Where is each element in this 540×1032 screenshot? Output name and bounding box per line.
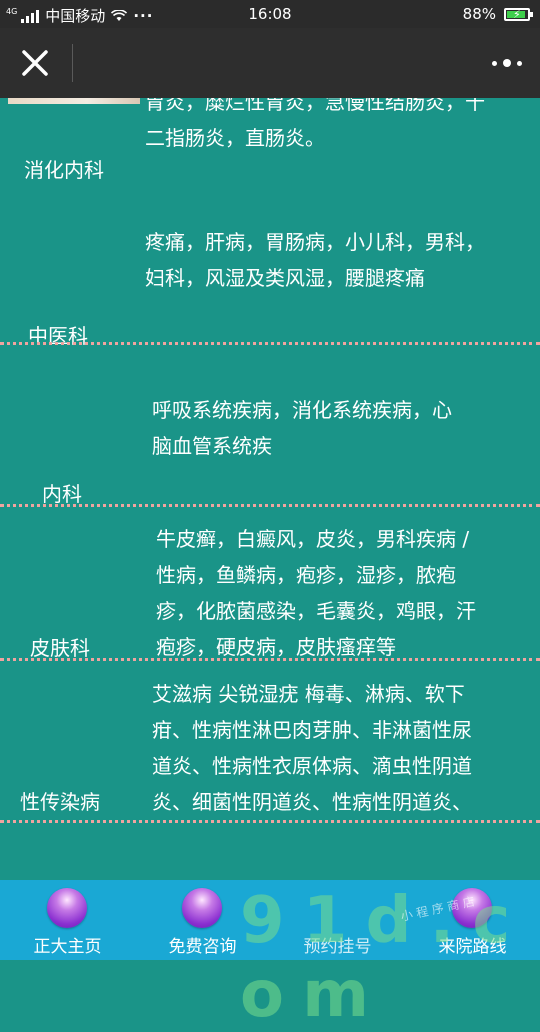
status-bar: 4G 中国移动 ··· 16:08 88% ⚡ — [0, 0, 540, 28]
watermark-logo: 9 1 d . c o m — [240, 884, 510, 1032]
department-desc: 牛皮癣，白癜风，皮炎，男科疾病 / 性病，鱼鳞病，疱疹，湿疹，脓疱 疹，化脓菌感… — [156, 521, 476, 665]
row-divider — [0, 658, 540, 661]
department-desc: 疼痛，肝病，胃肠病，小儿科，男科， 妇科，风湿及类风湿，腰腿疼痛 — [145, 224, 485, 296]
title-bar — [0, 28, 540, 98]
department-desc: 胃炎，糜烂性胃炎，急慢性结肠炎，十 二指肠炎，直肠炎。 — [145, 98, 485, 156]
desc-line: 疳、性病性淋巴肉芽肿、非淋菌性尿 — [152, 718, 472, 742]
department-name[interactable]: 皮肤科 — [30, 632, 90, 661]
row-divider — [0, 820, 540, 823]
desc-line: 疼痛，肝病，胃肠病，小儿科，男科， — [145, 230, 485, 254]
department-desc: 呼吸系统疾病，消化系统疾病，心 脑血管系统疾 — [152, 392, 452, 464]
desc-line: 胃炎，糜烂性胃炎，急慢性结肠炎，十 — [145, 98, 485, 114]
desc-line: 炎、细菌性阴道炎、性病性阴道炎、 — [152, 790, 472, 814]
banner-image-edge — [8, 98, 140, 104]
more-icon — [503, 59, 511, 67]
charging-icon: ⚡ — [513, 7, 521, 21]
close-icon — [22, 50, 48, 76]
battery-icon: ⚡ — [504, 7, 533, 21]
row-divider — [0, 342, 540, 345]
nav-label: 正大主页 — [33, 937, 102, 957]
desc-line: 牛皮癣，白癜风，皮炎，男科疾病 / — [156, 527, 470, 551]
close-button[interactable] — [14, 42, 56, 84]
department-desc: 艾滋病 尖锐湿疣 梅毒、淋病、软下 疳、性病性淋巴肉芽肿、非淋菌性尿 道炎、性病… — [152, 676, 472, 820]
department-name[interactable]: 消化内科 — [24, 154, 104, 183]
desc-line: 艾滋病 尖锐湿疣 梅毒、淋病、软下 — [152, 682, 465, 706]
home-icon — [47, 888, 87, 928]
desc-line: 呼吸系统疾病，消化系统疾病，心 — [152, 398, 452, 422]
more-button[interactable] — [490, 48, 526, 78]
desc-line: 脑血管系统疾 — [152, 434, 272, 458]
status-right: 88% ⚡ — [462, 5, 533, 23]
more-icon — [517, 61, 522, 66]
clock: 16:08 — [248, 5, 292, 23]
more-icon — [492, 61, 497, 66]
battery-percent: 88% — [462, 5, 496, 23]
nav-home[interactable]: 正大主页 — [0, 880, 135, 960]
desc-line: 疹，化脓菌感染，毛囊炎，鸡眼，汗 — [156, 599, 476, 623]
department-list[interactable]: 胃炎，糜烂性胃炎，急慢性结肠炎，十 二指肠炎，直肠炎。 消化内科 疼痛，肝病，胃… — [0, 98, 540, 880]
consult-icon — [182, 888, 222, 928]
title-divider — [72, 44, 73, 82]
desc-line: 妇科，风湿及类风湿，腰腿疼痛 — [145, 266, 425, 290]
department-name[interactable]: 内科 — [42, 478, 82, 507]
desc-line: 性病，鱼鳞病，疱疹，湿疹，脓疱 — [156, 563, 456, 587]
row-divider — [0, 504, 540, 507]
department-name[interactable]: 性传染病 — [20, 786, 100, 815]
desc-line: 二指肠炎，直肠炎。 — [145, 126, 325, 150]
desc-line: 道炎、性病性衣原体病、滴虫性阴道 — [152, 754, 472, 778]
